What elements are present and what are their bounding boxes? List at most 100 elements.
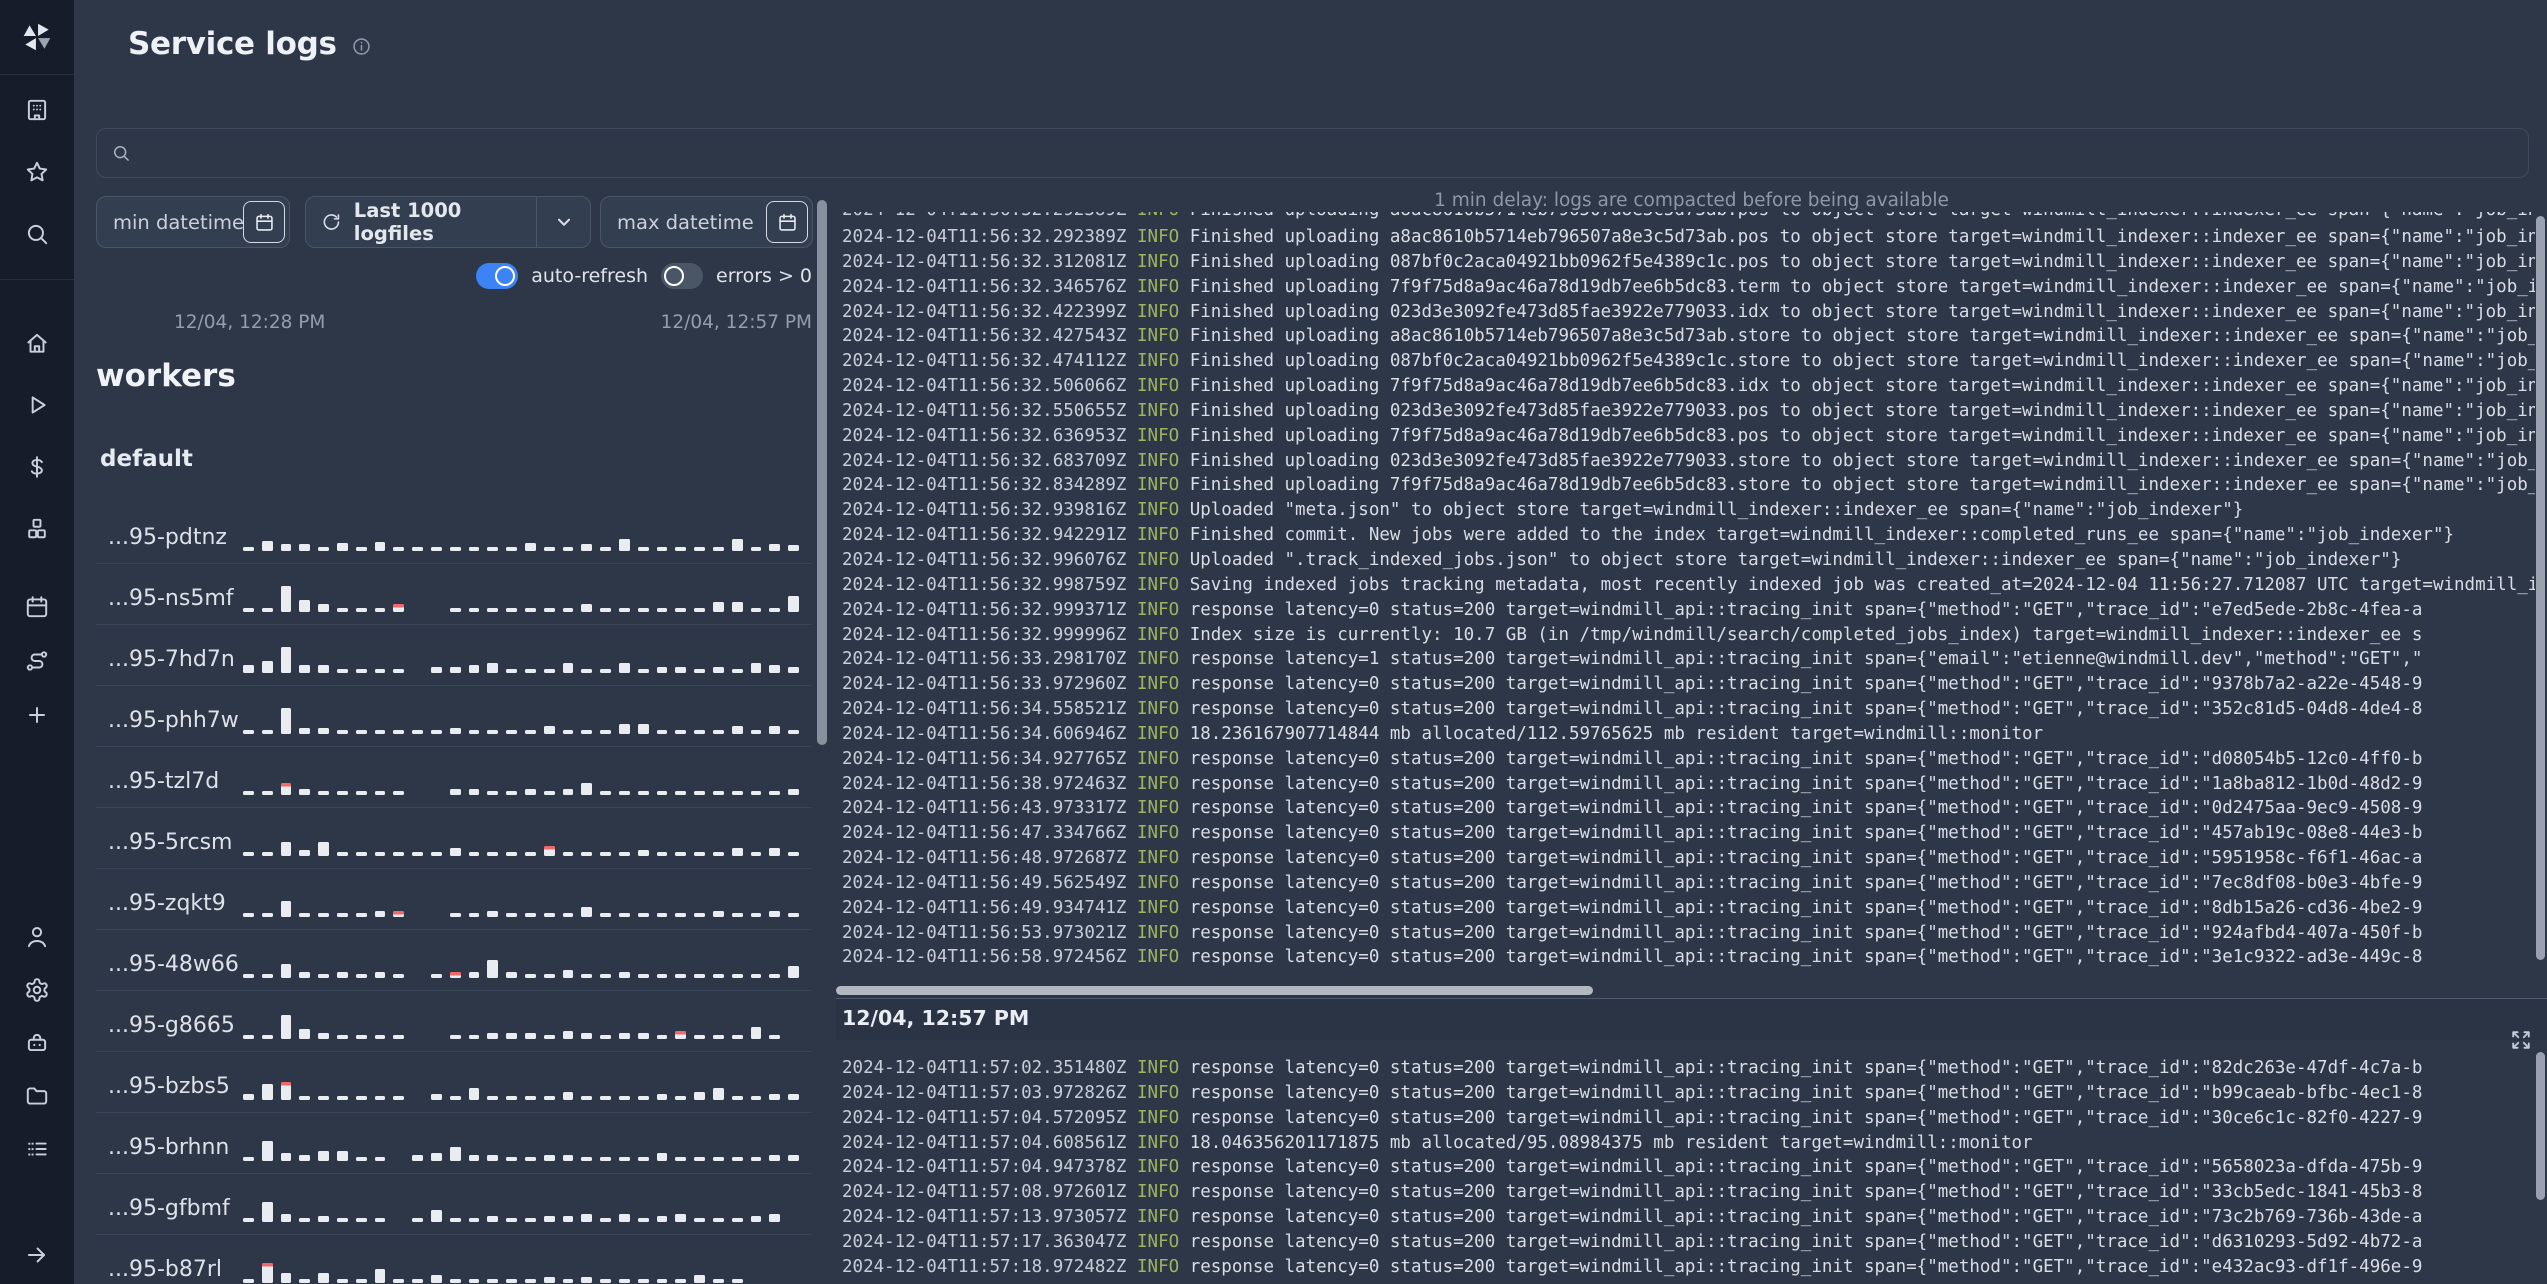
activity-bar	[637, 724, 649, 734]
activity-bar	[336, 1035, 348, 1039]
min-datetime-label: min datetime	[113, 210, 244, 234]
delay-notice: 1 min delay: logs are compacted before b…	[1434, 190, 1949, 211]
activity-bar	[731, 1096, 743, 1100]
arrow-right-icon[interactable]	[24, 1242, 50, 1268]
activity-bar	[336, 972, 348, 978]
activity-bar	[618, 1157, 630, 1161]
robot-icon[interactable]	[24, 1030, 50, 1056]
activity-bar	[618, 791, 630, 795]
activity-bar	[769, 608, 781, 612]
worker-row[interactable]: ...95-ns5mf	[96, 564, 812, 625]
folder-icon[interactable]	[24, 1083, 50, 1109]
activity-bar	[506, 730, 517, 734]
expand-icon[interactable]	[2510, 1029, 2532, 1051]
activity-bar	[656, 1035, 668, 1039]
activity-bar	[788, 1094, 799, 1100]
gear-icon[interactable]	[24, 977, 50, 1003]
worker-row[interactable]: ...95-pdtnz	[96, 503, 812, 564]
activity-bar	[468, 1218, 480, 1222]
search-input[interactable]	[141, 128, 2528, 178]
activity-bar	[600, 1157, 611, 1161]
worker-name: ...95-5rcsm	[108, 830, 233, 855]
chevron-down-icon[interactable]	[537, 211, 590, 233]
main-content: Service logs min datetime Last 1000 logf…	[74, 0, 2547, 1284]
worker-row[interactable]: ...95-bzbs5	[96, 1052, 812, 1113]
activity-bar	[299, 972, 311, 978]
activity-bar	[562, 1031, 574, 1039]
activity-bar	[318, 1216, 329, 1222]
activity-bar	[543, 913, 555, 917]
activity-bar	[562, 663, 574, 673]
worker-row[interactable]: ...95-brhnn	[96, 1113, 812, 1174]
worker-row[interactable]: ...95-phh7w	[96, 686, 812, 747]
activity-bar	[675, 667, 687, 673]
activity-bar	[280, 1015, 292, 1039]
activity-bar	[336, 791, 348, 795]
worker-row[interactable]: ...95-5rcsm	[96, 808, 812, 869]
max-datetime-field[interactable]: max datetime	[600, 196, 813, 248]
worker-row[interactable]: ...95-zqkt9	[96, 869, 812, 930]
worker-row[interactable]: ...95-b87rl	[96, 1235, 812, 1284]
max-datetime-calendar-button[interactable]	[766, 201, 808, 243]
horizontal-scrollbar[interactable]	[836, 986, 1593, 995]
activity-bar	[449, 1035, 461, 1039]
worker-name: ...95-phh7w	[108, 708, 239, 733]
worker-row[interactable]: ...95-48w66	[96, 930, 812, 991]
worker-name: ...95-tzl7d	[108, 769, 220, 794]
activity-bar	[694, 791, 705, 795]
search-icon[interactable]	[24, 221, 50, 247]
activity-bar	[769, 791, 781, 795]
worker-row[interactable]: ...95-7hd7n	[96, 625, 812, 686]
activity-bar	[393, 730, 405, 734]
workspace-icon[interactable]	[24, 97, 50, 123]
activity-bar-error	[449, 972, 461, 978]
activity-bar	[487, 1155, 499, 1161]
search-bar[interactable]	[96, 128, 2529, 178]
activity-bar	[318, 842, 329, 856]
log-scrollbar-bottom[interactable]	[2536, 1052, 2545, 1200]
workers-scrollbar[interactable]	[817, 200, 827, 745]
min-datetime-field[interactable]: min datetime	[96, 196, 290, 248]
worker-row[interactable]: ...95-tzl7d	[96, 747, 812, 808]
log-line: 2024-12-04T11:57:03.972826Z INFO respons…	[842, 1082, 2423, 1103]
dollar-icon[interactable]	[24, 454, 50, 480]
user-icon[interactable]	[24, 924, 50, 950]
list-icon[interactable]	[24, 1136, 50, 1162]
route-icon[interactable]	[24, 648, 50, 674]
worker-activity-sparkline	[243, 871, 808, 917]
activity-bar	[769, 848, 781, 856]
activity-bar	[543, 791, 555, 795]
log-line: 2024-12-04T11:56:33.972960Z INFO respons…	[842, 674, 2423, 695]
star-icon[interactable]	[24, 159, 50, 185]
activity-bar	[449, 1096, 461, 1100]
min-datetime-calendar-button[interactable]	[243, 201, 285, 243]
errors-toggle[interactable]	[661, 263, 704, 289]
activity-bar	[261, 913, 273, 917]
activity-bar	[355, 547, 367, 551]
activity-bar	[581, 783, 593, 795]
logfiles-select[interactable]: Last 1000 logfiles	[305, 196, 591, 248]
play-icon[interactable]	[24, 392, 50, 418]
activity-bar	[600, 730, 611, 734]
windmill-logo[interactable]	[0, 0, 74, 75]
worker-activity-sparkline	[243, 993, 808, 1039]
cubes-icon[interactable]	[24, 516, 50, 542]
log-scrollbar-top[interactable]	[2536, 216, 2545, 960]
activity-bar	[243, 1035, 254, 1039]
auto-refresh-toggle[interactable]	[476, 263, 519, 289]
activity-bar	[600, 1096, 611, 1100]
activity-bar	[637, 1218, 649, 1222]
activity-bar	[280, 544, 292, 551]
calendar-icon[interactable]	[24, 594, 50, 620]
worker-activity-sparkline	[243, 688, 808, 734]
plus-icon[interactable]	[24, 702, 50, 728]
worker-row[interactable]: ...95-gfbmf	[96, 1174, 812, 1235]
worker-activity-sparkline	[243, 810, 808, 856]
activity-bar	[788, 789, 799, 795]
home-icon[interactable]	[24, 330, 50, 356]
activity-bar	[675, 1157, 687, 1161]
worker-row[interactable]: ...95-g8665	[96, 991, 812, 1052]
info-icon[interactable]	[351, 36, 372, 57]
worker-activity-sparkline	[243, 505, 808, 551]
activity-bar	[430, 852, 442, 856]
